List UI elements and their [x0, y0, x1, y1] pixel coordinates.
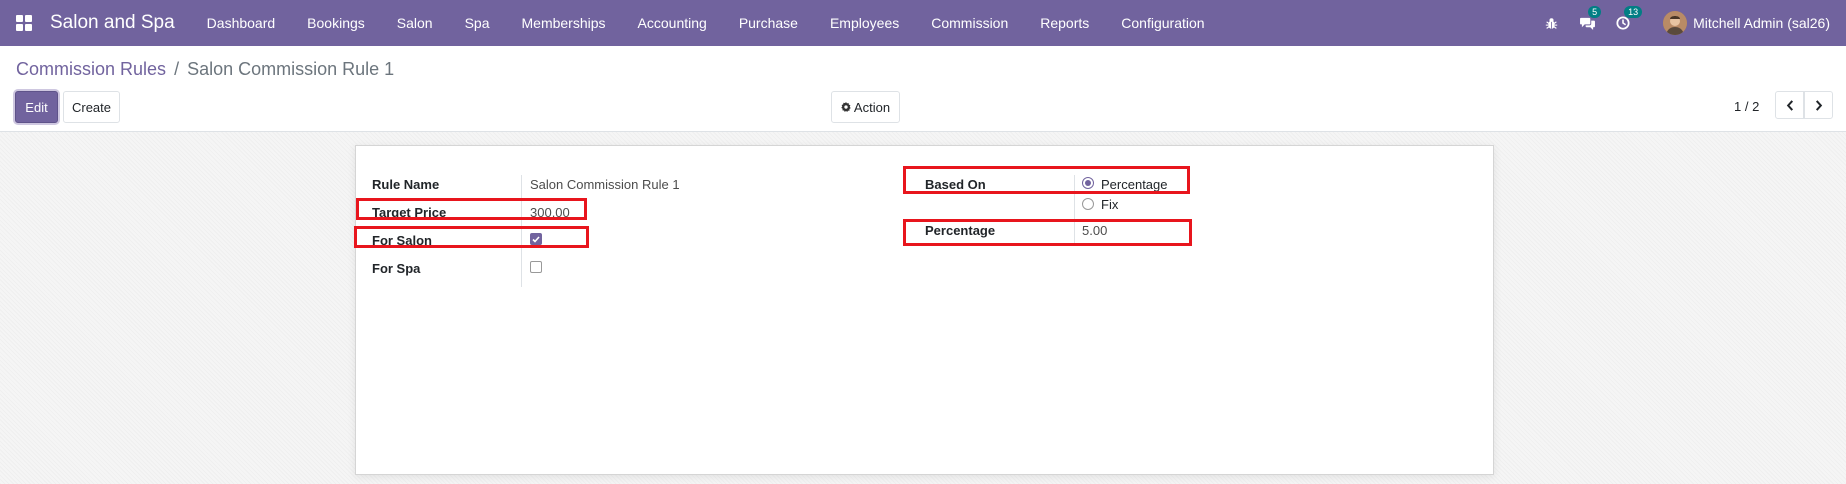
based-on-fix-radio[interactable] — [1082, 198, 1094, 210]
breadcrumb-parent-link[interactable]: Commission Rules — [16, 59, 166, 79]
user-avatar[interactable] — [1663, 11, 1688, 35]
breadcrumb: Commission Rules / Salon Commission Rule… — [16, 59, 394, 80]
bug-icon[interactable] — [1543, 15, 1559, 31]
main-menu: Dashboard Bookings Salon Spa Memberships… — [207, 15, 1221, 31]
action-button[interactable]: Action — [831, 91, 900, 123]
breadcrumb-current: Salon Commission Rule 1 — [187, 59, 395, 79]
menu-item-configuration[interactable]: Configuration — [1105, 15, 1220, 31]
menu-item-employees[interactable]: Employees — [814, 15, 915, 31]
for-spa-label: For Spa — [372, 261, 421, 276]
rule-name-label: Rule Name — [372, 177, 440, 192]
navbar-systray: 5 13 Mitchell Admin (sal26) — [1523, 6, 1830, 35]
form-sheet: Rule Name Salon Commission Rule 1 Target… — [354, 145, 1494, 475]
menu-item-dashboard[interactable]: Dashboard — [207, 15, 292, 31]
rule-name-field[interactable]: Salon Commission Rule 1 — [530, 177, 680, 192]
app-title[interactable]: Salon and Spa — [50, 12, 175, 34]
edit-button[interactable]: Edit — [15, 91, 58, 123]
based-on-fix-label[interactable]: Fix — [1101, 197, 1118, 212]
menu-item-accounting[interactable]: Accounting — [622, 15, 723, 31]
control-panel: Commission Rules / Salon Commission Rule… — [0, 46, 1846, 132]
highlight-for-salon — [354, 226, 589, 248]
app-grid-icon[interactable] — [16, 15, 32, 31]
highlight-target-price — [356, 198, 587, 220]
user-name[interactable]: Mitchell Admin (sal26) — [1693, 15, 1830, 31]
menu-item-memberships[interactable]: Memberships — [506, 15, 622, 31]
messages-badge: 5 — [1588, 6, 1602, 18]
for-spa-checkbox[interactable] — [530, 261, 542, 273]
chevron-left-icon — [1786, 99, 1793, 111]
activities-icon[interactable]: 13 — [1615, 6, 1643, 31]
top-navbar: Salon and Spa Dashboard Bookings Salon S… — [0, 0, 1846, 46]
menu-item-salon[interactable]: Salon — [381, 15, 449, 31]
menu-item-reports[interactable]: Reports — [1024, 15, 1105, 31]
pager-next-button[interactable] — [1804, 91, 1833, 119]
form-background: Rule Name Salon Commission Rule 1 Target… — [0, 132, 1846, 484]
create-button[interactable]: Create — [63, 91, 120, 123]
menu-item-commission[interactable]: Commission — [915, 15, 1024, 31]
pager-previous-button[interactable] — [1775, 91, 1804, 119]
chevron-right-icon — [1815, 99, 1822, 111]
highlight-percentage — [903, 219, 1192, 246]
activities-badge: 13 — [1624, 6, 1643, 18]
pager-value[interactable]: 1 / 2 — [1734, 99, 1759, 114]
menu-item-bookings[interactable]: Bookings — [291, 15, 381, 31]
highlight-based-on — [903, 166, 1190, 194]
action-button-label: Action — [853, 99, 891, 115]
messages-icon[interactable]: 5 — [1579, 6, 1602, 31]
breadcrumb-separator: / — [174, 59, 180, 79]
menu-item-spa[interactable]: Spa — [449, 15, 506, 31]
menu-item-purchase[interactable]: Purchase — [723, 15, 814, 31]
gear-icon — [841, 102, 851, 112]
